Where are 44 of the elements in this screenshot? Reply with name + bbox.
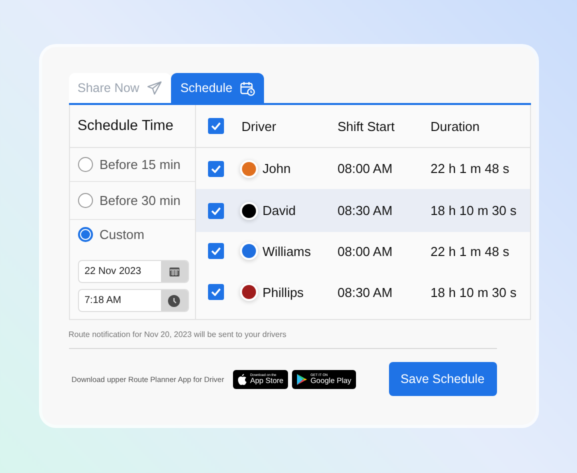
checkmark-icon (210, 122, 220, 130)
table-cell-text: 08:30 AM (338, 284, 394, 300)
row-checkbox[interactable] (208, 160, 224, 176)
notification-text: Route notification for Nov 20, 2023 will be sent to your drivers (68, 330, 288, 339)
row-checkbox[interactable] (208, 243, 224, 259)
clock-icon (168, 294, 180, 306)
column-header: Shift Start (338, 118, 396, 134)
table-row[interactable]: David 08:30 AM 18 h 10 m 30 s (196, 189, 530, 232)
driver-name: David (262, 203, 296, 218)
driver-name: Williams (262, 244, 311, 258)
option-label: Custom (100, 226, 144, 242)
calendar-icon (168, 266, 180, 277)
time-field[interactable]: 7:18 AM (78, 289, 188, 312)
checkmark-icon (210, 164, 220, 172)
option-label: Before 15 min (100, 157, 180, 172)
checkmark-icon (210, 288, 220, 296)
save-button[interactable]: Save Schedule (388, 362, 496, 396)
table-cell-text: 18 h 10 m 30 s (430, 284, 518, 300)
calendar-clock-icon (240, 80, 256, 96)
driver-name: John (262, 161, 291, 176)
radio-button[interactable] (78, 193, 92, 208)
table-cell-text: 18 h 10 m 30 s (430, 203, 518, 218)
column-header: Driver (242, 118, 278, 134)
row-checkbox[interactable] (208, 284, 224, 300)
radio-button[interactable] (78, 157, 92, 172)
table-cell-text: 22 h 1 m 48 s (430, 244, 510, 258)
checkmark-icon (210, 206, 220, 214)
table-cell-text: 08:00 AM (338, 161, 394, 176)
column-header: Duration (430, 118, 481, 134)
row-checkbox[interactable] (208, 202, 224, 218)
table-cell-text: 22 h 1 m 48 s (430, 161, 510, 176)
apple-icon (238, 374, 248, 384)
section-title: Schedule Time (70, 105, 194, 148)
checkmark-icon (210, 247, 220, 255)
radio-button[interactable] (78, 226, 92, 242)
driver-name: Phillips (262, 284, 304, 300)
tab[interactable]: Schedule (171, 73, 264, 103)
option-label: Before 30 min (100, 193, 180, 208)
send-icon (147, 81, 162, 95)
table-cell-text: 08:30 AM (338, 203, 394, 218)
table-cell-text: 08:00 AM (338, 244, 394, 258)
play-icon (297, 374, 308, 384)
select-all-checkbox[interactable] (208, 118, 224, 134)
date-field[interactable]: 22 Nov 2023 (78, 260, 188, 283)
